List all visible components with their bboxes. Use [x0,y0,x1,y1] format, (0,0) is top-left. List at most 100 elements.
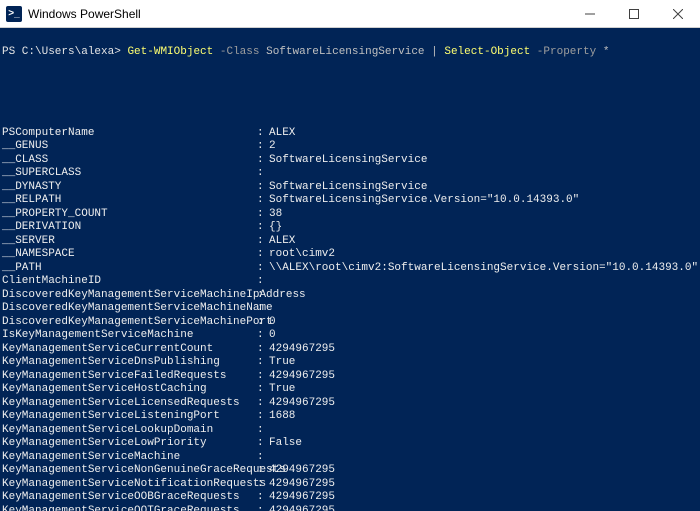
output-row: __CLASS: SoftwareLicensingService [2,154,698,168]
output-key: KeyManagementServiceDnsPublishing [2,356,257,370]
window-title: Windows PowerShell [28,7,141,21]
output-sep: : [257,167,269,181]
minimize-button[interactable] [568,0,612,27]
output-value [269,289,698,303]
output-key: __CLASS [2,154,257,168]
output-sep: : [257,356,269,370]
close-button[interactable] [656,0,700,27]
output-value [269,302,698,316]
output-sep: : [257,248,269,262]
output-row: __RELPATH: SoftwareLicensingService.Vers… [2,194,698,208]
cmdlet-getwmiobject: Get-WMIObject [127,46,213,58]
output-value: {} [269,221,698,235]
output-row: __NAMESPACE: root\cimv2 [2,248,698,262]
output-sep: : [257,424,269,438]
output-value: SoftwareLicensingService [269,154,698,168]
output-value: 4294967295 [269,491,698,505]
output-sep: : [257,316,269,330]
output-value: 4294967295 [269,478,698,492]
output-sep: : [257,262,269,276]
output-key: KeyManagementServiceLowPriority [2,437,257,451]
output-key: KeyManagementServiceNotificationRequests [2,478,257,492]
output-sep: : [257,464,269,478]
output-sep: : [257,221,269,235]
output-key: DiscoveredKeyManagementServiceMachineNam… [2,302,257,316]
output-value: True [269,383,698,397]
output-key: __GENUS [2,140,257,154]
output-sep: : [257,208,269,222]
output-sep: : [257,140,269,154]
output-row: KeyManagementServiceLookupDomain: [2,424,698,438]
output-row: __GENUS: 2 [2,140,698,154]
output-value [269,451,698,465]
output-key: __SERVER [2,235,257,249]
output-key: PSComputerName [2,127,257,141]
output-value: 0 [269,316,698,330]
output-key: __DERIVATION [2,221,257,235]
output-key: KeyManagementServiceOOTGraceRequests [2,505,257,511]
output-value: 4294967295 [269,464,698,478]
output-value: 4294967295 [269,343,698,357]
output-sep: : [257,491,269,505]
output-row: KeyManagementServiceMachine: [2,451,698,465]
cmdlet-selectobject: Select-Object [444,46,530,58]
output-key: __SUPERCLASS [2,167,257,181]
output-row: KeyManagementServiceLicensedRequests: 42… [2,397,698,411]
output-value: False [269,437,698,451]
param-class: -Class [220,46,260,58]
output-sep: : [257,478,269,492]
output-sep: : [257,343,269,357]
output-value: 4294967295 [269,505,698,511]
output-value [269,424,698,438]
output-value: True [269,356,698,370]
output-key: KeyManagementServiceMachine [2,451,257,465]
maximize-button[interactable] [612,0,656,27]
titlebar-left: >_ Windows PowerShell [0,6,141,22]
output-rows: PSComputerName: ALEX__GENUS: 2__CLASS: S… [2,127,698,511]
prompt-path: PS C:\Users\alexa> [2,46,121,58]
output-value: \\ALEX\root\cimv2:SoftwareLicensingServi… [269,262,698,276]
output-row: KeyManagementServiceNotificationRequests… [2,478,698,492]
output-value: 1688 [269,410,698,424]
output-row: __PROPERTY_COUNT: 38 [2,208,698,222]
output-row: ClientMachineID: [2,275,698,289]
output-key: __PROPERTY_COUNT [2,208,257,222]
minimize-icon [585,9,595,19]
titlebar-controls [568,0,700,27]
output-key: DiscoveredKeyManagementServiceMachinePor… [2,316,257,330]
output-row: KeyManagementServiceHostCaching: True [2,383,698,397]
output-value: ALEX [269,235,698,249]
output-value: 0 [269,329,698,343]
output-sep: : [257,127,269,141]
output-row: __SERVER: ALEX [2,235,698,249]
output-value: 4294967295 [269,397,698,411]
output-sep: : [257,194,269,208]
output-row: IsKeyManagementServiceMachine: 0 [2,329,698,343]
output-sep: : [257,370,269,384]
output-value: ALEX [269,127,698,141]
output-sep: : [257,437,269,451]
output-row: DiscoveredKeyManagementServiceMachineNam… [2,302,698,316]
output-sep: : [257,397,269,411]
blank-line [2,100,698,114]
output-value [269,167,698,181]
output-row: DiscoveredKeyManagementServiceMachinePor… [2,316,698,330]
output-row: __DERIVATION: {} [2,221,698,235]
output-row: KeyManagementServiceDnsPublishing: True [2,356,698,370]
param-property: -Property [537,46,596,58]
output-key: KeyManagementServiceLicensedRequests [2,397,257,411]
terminal-output[interactable]: PS C:\Users\alexa> Get-WMIObject -Class … [0,28,700,511]
output-key: __NAMESPACE [2,248,257,262]
output-row: KeyManagementServiceOOBGraceRequests: 42… [2,491,698,505]
output-value: 38 [269,208,698,222]
output-value [269,275,698,289]
output-key: KeyManagementServiceLookupDomain [2,424,257,438]
output-key: KeyManagementServiceOOBGraceRequests [2,491,257,505]
output-row: PSComputerName: ALEX [2,127,698,141]
close-icon [673,9,683,19]
output-sep: : [257,410,269,424]
output-row: __DYNASTY: SoftwareLicensingService [2,181,698,195]
output-row: __SUPERCLASS: [2,167,698,181]
output-sep: : [257,302,269,316]
output-row: KeyManagementServiceListeningPort: 1688 [2,410,698,424]
